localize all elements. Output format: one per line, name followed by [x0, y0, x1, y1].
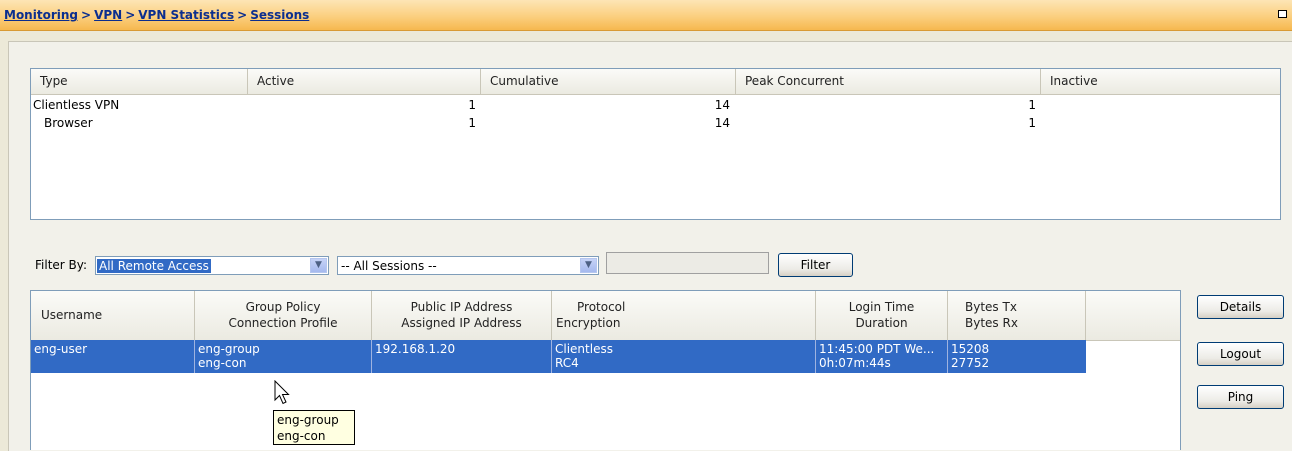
details-button[interactable]: Details — [1197, 295, 1284, 319]
column-header-cumulative[interactable]: Cumulative — [481, 69, 736, 94]
header-duration: Duration — [855, 316, 908, 330]
ping-button[interactable]: Ping — [1197, 385, 1284, 409]
title-bar: Monitoring > VPN > VPN Statistics > Sessions — [0, 0, 1292, 31]
cell-type: Browser — [44, 116, 93, 130]
header-assigned-ip: Assigned IP Address — [401, 316, 522, 330]
session-type-dropdown[interactable]: -- All Sessions -- ▼ — [337, 256, 599, 275]
tooltip: eng-group eng-con — [273, 410, 355, 445]
cell-cumulative: 14 — [714, 116, 730, 130]
table-row[interactable]: eng-user eng-group eng-con 192.168.1.20 … — [31, 340, 1086, 373]
cell-login-time: 11:45:00 PDT We... 0h:07m:44s — [816, 340, 948, 373]
breadcrumb-separator: > — [237, 8, 248, 22]
logout-button[interactable]: Logout — [1197, 342, 1284, 366]
remote-access-value: All Remote Access — [97, 259, 211, 273]
cell-login-time-value: 11:45:00 PDT We... — [819, 342, 935, 356]
sessions-table: Username Group Policy Connection Profile… — [30, 290, 1181, 450]
breadcrumb-sessions[interactable]: Sessions — [250, 8, 309, 22]
stats-table-header: Type Active Cumulative Peak Concurrent I… — [31, 69, 1280, 95]
table-row[interactable]: Browser 1 14 1 — [31, 114, 1280, 132]
column-header-type[interactable]: Type — [31, 69, 248, 94]
cell-username: eng-user — [31, 340, 195, 373]
breadcrumb-vpn-statistics[interactable]: VPN Statistics — [138, 8, 234, 22]
cell-peak: 1 — [1028, 98, 1036, 112]
breadcrumb-separator: > — [125, 8, 136, 22]
cell-type: Clientless VPN — [33, 98, 120, 112]
header-bytes-rx: Bytes Rx — [965, 316, 1018, 330]
cell-bytes-tx-value: 15208 — [951, 342, 990, 356]
sessions-table-header: Username Group Policy Connection Profile… — [31, 291, 1180, 341]
column-header-active[interactable]: Active — [248, 69, 481, 94]
chevron-down-icon[interactable]: ▼ — [580, 258, 597, 273]
table-row[interactable]: Clientless VPN 1 14 1 — [31, 96, 1280, 114]
maximize-icon[interactable] — [1278, 10, 1287, 18]
cell-duration-value: 0h:07m:44s — [819, 356, 891, 370]
breadcrumb-vpn[interactable]: VPN — [94, 8, 122, 22]
breadcrumb-separator: > — [81, 8, 92, 22]
cell-encryption-value: RC4 — [555, 356, 579, 370]
column-header-ip-address[interactable]: Public IP Address Assigned IP Address — [372, 291, 552, 340]
column-header-login-time[interactable]: Login Time Duration — [816, 291, 948, 340]
cell-group-policy: eng-group eng-con — [195, 340, 372, 373]
header-group-policy: Group Policy — [245, 300, 321, 314]
breadcrumb: Monitoring > VPN > VPN Statistics > Sessions — [4, 8, 309, 22]
cell-active: 1 — [468, 98, 476, 112]
header-connection-profile: Connection Profile — [228, 316, 338, 330]
tooltip-line-2: eng-con — [277, 429, 326, 443]
cell-username-value: eng-user — [34, 342, 88, 356]
cell-group-policy-value: eng-group — [198, 342, 260, 356]
cell-active: 1 — [468, 116, 476, 130]
header-username: Username — [41, 308, 103, 322]
stats-table: Type Active Cumulative Peak Concurrent I… — [30, 68, 1281, 220]
tooltip-line-1: eng-group — [277, 413, 339, 427]
mouse-cursor-icon — [274, 380, 290, 405]
column-header-inactive[interactable]: Inactive — [1041, 69, 1280, 94]
column-header-protocol[interactable]: Protocol Encryption — [552, 291, 816, 340]
filter-button[interactable]: Filter — [778, 253, 853, 277]
header-encryption: Encryption — [556, 316, 621, 330]
filter-by-label: Filter By: — [35, 258, 88, 272]
column-header-peak-concurrent[interactable]: Peak Concurrent — [736, 69, 1041, 94]
cell-bytes-rx-value: 27752 — [951, 356, 990, 370]
cell-ip: 192.168.1.20 — [372, 340, 552, 373]
cell-cumulative: 14 — [714, 98, 730, 112]
column-header-username[interactable]: Username — [31, 291, 195, 340]
breadcrumb-monitoring[interactable]: Monitoring — [4, 8, 78, 22]
cell-protocol-value: Clientless — [555, 342, 613, 356]
cell-connection-profile-value: eng-con — [198, 356, 247, 370]
session-type-value: -- All Sessions -- — [341, 259, 437, 273]
filter-text-input[interactable] — [606, 252, 769, 274]
cell-public-ip-value: 192.168.1.20 — [375, 342, 456, 356]
header-bytes-tx: Bytes Tx — [965, 300, 1017, 314]
cell-bytes: 15208 27752 — [948, 340, 1086, 373]
cell-peak: 1 — [1028, 116, 1036, 130]
header-login-time: Login Time — [848, 300, 915, 314]
cell-protocol: Clientless RC4 — [552, 340, 816, 373]
header-public-ip: Public IP Address — [410, 300, 513, 314]
chevron-down-icon[interactable]: ▼ — [310, 258, 327, 273]
column-header-bytes[interactable]: Bytes Tx Bytes Rx — [948, 291, 1086, 340]
column-header-group-policy[interactable]: Group Policy Connection Profile — [195, 291, 372, 340]
remote-access-dropdown[interactable]: All Remote Access ▼ — [95, 256, 329, 275]
header-protocol: Protocol — [577, 300, 626, 314]
